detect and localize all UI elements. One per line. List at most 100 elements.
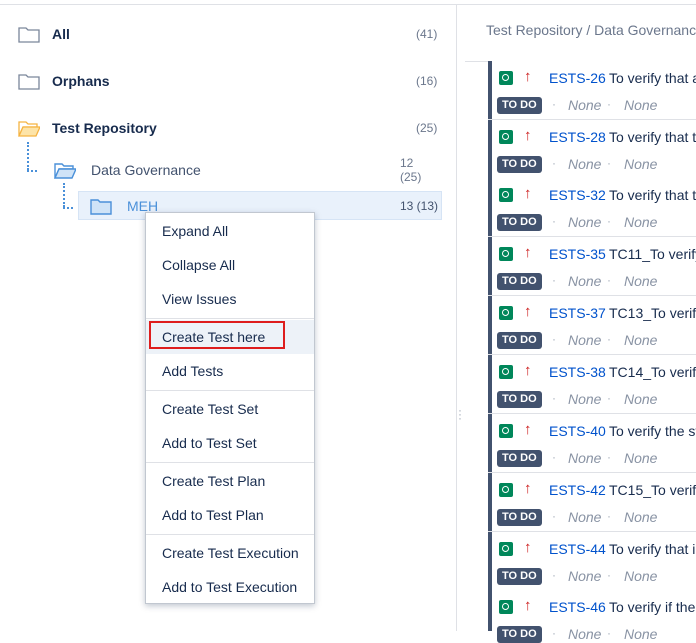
issue-summary: TC14_To verify — [609, 364, 696, 380]
menu-item-view-issues[interactable]: View Issues — [146, 282, 314, 316]
issue-key-link[interactable]: ESTS-26 — [549, 70, 606, 86]
issue-summary: TC15_To verify — [609, 482, 696, 498]
highlight-annotation-box — [149, 321, 285, 349]
menu-item-create-test-plan[interactable]: Create Test Plan — [146, 464, 314, 498]
tree-node-all[interactable]: All (41) — [18, 23, 438, 45]
tree-node-count: 13 (13) — [400, 199, 439, 213]
menu-separator — [146, 462, 314, 463]
issue-summary: To verify that a — [609, 70, 696, 86]
field-value: None — [568, 568, 602, 584]
issue-summary: To verify that i — [609, 541, 696, 557]
menu-item-collapse-all[interactable]: Collapse All — [146, 248, 314, 282]
issue-key-link[interactable]: ESTS-38 — [549, 364, 606, 380]
separator-dot: · — [552, 97, 556, 111]
test-row[interactable]: ↑ ESTS-28 To verify that t TO DO · None … — [488, 120, 696, 179]
test-row[interactable]: ↑ ESTS-42 TC15_To verify TO DO · None · … — [488, 473, 696, 532]
separator-dot: · — [552, 156, 556, 170]
status-badge: TO DO — [497, 626, 542, 643]
test-type-icon — [499, 542, 513, 556]
tree-connector — [63, 207, 73, 209]
separator-dot: · — [607, 626, 611, 640]
field-value: None — [624, 273, 658, 289]
field-value: None — [568, 214, 602, 230]
status-badge: TO DO — [497, 509, 542, 526]
tree-node-label: All — [52, 26, 70, 42]
menu-item-create-test-set[interactable]: Create Test Set — [146, 392, 314, 426]
issue-key-link[interactable]: ESTS-32 — [549, 187, 606, 203]
field-value: None — [624, 214, 658, 230]
priority-high-icon: ↑ — [524, 68, 532, 85]
test-row[interactable]: ↑ ESTS-35 TC11_To verify TO DO · None · … — [488, 237, 696, 296]
menu-item-create-test-execution[interactable]: Create Test Execution — [146, 536, 314, 570]
row-accent-bar — [488, 473, 492, 531]
separator-dot: · — [607, 214, 611, 228]
separator-dot: · — [607, 97, 611, 111]
menu-item-add-to-test-execution[interactable]: Add to Test Execution — [146, 570, 314, 604]
field-value: None — [568, 509, 602, 525]
menu-item-add-tests[interactable]: Add Tests — [146, 354, 314, 388]
separator-dot: · — [552, 214, 556, 228]
resize-handle-icon[interactable]: · · · — [458, 404, 462, 424]
tree-node-data-governance[interactable]: Data Governance 12 (25) — [54, 156, 438, 184]
test-type-icon — [499, 130, 513, 144]
row-accent-bar — [488, 120, 492, 178]
separator-dot: · — [607, 332, 611, 346]
separator-dot: · — [607, 450, 611, 464]
test-type-icon — [499, 600, 513, 614]
test-type-icon — [499, 483, 513, 497]
test-type-icon — [499, 365, 513, 379]
status-badge: TO DO — [497, 214, 542, 231]
folder-icon — [90, 199, 112, 215]
test-row[interactable]: ↑ ESTS-40 To verify the st TO DO · None … — [488, 414, 696, 473]
test-row[interactable]: ↑ ESTS-26 To verify that a TO DO · None … — [488, 61, 696, 120]
panel-divider[interactable] — [456, 5, 457, 631]
issue-summary: To verify if the — [609, 599, 696, 615]
folder-icon — [18, 74, 40, 90]
issue-key-link[interactable]: ESTS-28 — [549, 129, 606, 145]
separator-dot: · — [552, 273, 556, 287]
status-badge: TO DO — [497, 156, 542, 173]
field-value: None — [624, 332, 658, 348]
field-value: None — [624, 568, 658, 584]
menu-item-add-to-test-plan[interactable]: Add to Test Plan — [146, 498, 314, 532]
test-row[interactable]: ↑ ESTS-44 To verify that i TO DO · None … — [488, 532, 696, 591]
issue-key-link[interactable]: ESTS-40 — [549, 423, 606, 439]
tree-connector — [63, 183, 65, 207]
tree-node-orphans[interactable]: Orphans (16) — [18, 70, 438, 92]
issue-key-link[interactable]: ESTS-44 — [549, 541, 606, 557]
breadcrumb: Test Repository / Data Governance — [486, 22, 696, 38]
issue-summary: To verify that t — [609, 129, 696, 145]
tree-node-label: Data Governance — [91, 162, 201, 178]
separator-dot: · — [552, 332, 556, 346]
field-value: None — [568, 391, 602, 407]
row-accent-bar — [488, 237, 492, 295]
issue-summary: To verify that t — [609, 187, 696, 203]
status-badge: TO DO — [497, 391, 542, 408]
issue-key-link[interactable]: ESTS-46 — [549, 599, 606, 615]
row-accent-bar — [488, 414, 492, 472]
menu-item-expand-all[interactable]: Expand All — [146, 214, 314, 248]
menu-item-add-to-test-set[interactable]: Add to Test Set — [146, 426, 314, 460]
test-row[interactable]: ↑ ESTS-32 To verify that t TO DO · None … — [488, 178, 696, 237]
priority-high-icon: ↑ — [524, 185, 532, 202]
field-value: None — [624, 509, 658, 525]
separator-dot: · — [552, 391, 556, 405]
field-value: None — [568, 156, 602, 172]
separator-dot: · — [607, 509, 611, 523]
menu-separator — [146, 534, 314, 535]
issue-key-link[interactable]: ESTS-35 — [549, 246, 606, 262]
field-value: None — [624, 391, 658, 407]
tree-node-test-repository[interactable]: Test Repository (25) — [18, 117, 438, 139]
field-value: None — [568, 450, 602, 466]
test-row[interactable]: ↑ ESTS-38 TC14_To verify TO DO · None · … — [488, 355, 696, 414]
separator-dot: · — [552, 568, 556, 582]
test-row[interactable]: ↑ ESTS-46 To verify if the TO DO · None … — [488, 590, 696, 643]
issue-key-link[interactable]: ESTS-42 — [549, 482, 606, 498]
issue-key-link[interactable]: ESTS-37 — [549, 305, 606, 321]
test-row[interactable]: ↑ ESTS-37 TC13_To verify TO DO · None · … — [488, 296, 696, 355]
test-type-icon — [499, 306, 513, 320]
priority-high-icon: ↑ — [524, 539, 532, 556]
issue-summary: To verify the st — [609, 423, 696, 439]
folder-open-icon — [18, 121, 40, 137]
menu-separator — [146, 390, 314, 391]
